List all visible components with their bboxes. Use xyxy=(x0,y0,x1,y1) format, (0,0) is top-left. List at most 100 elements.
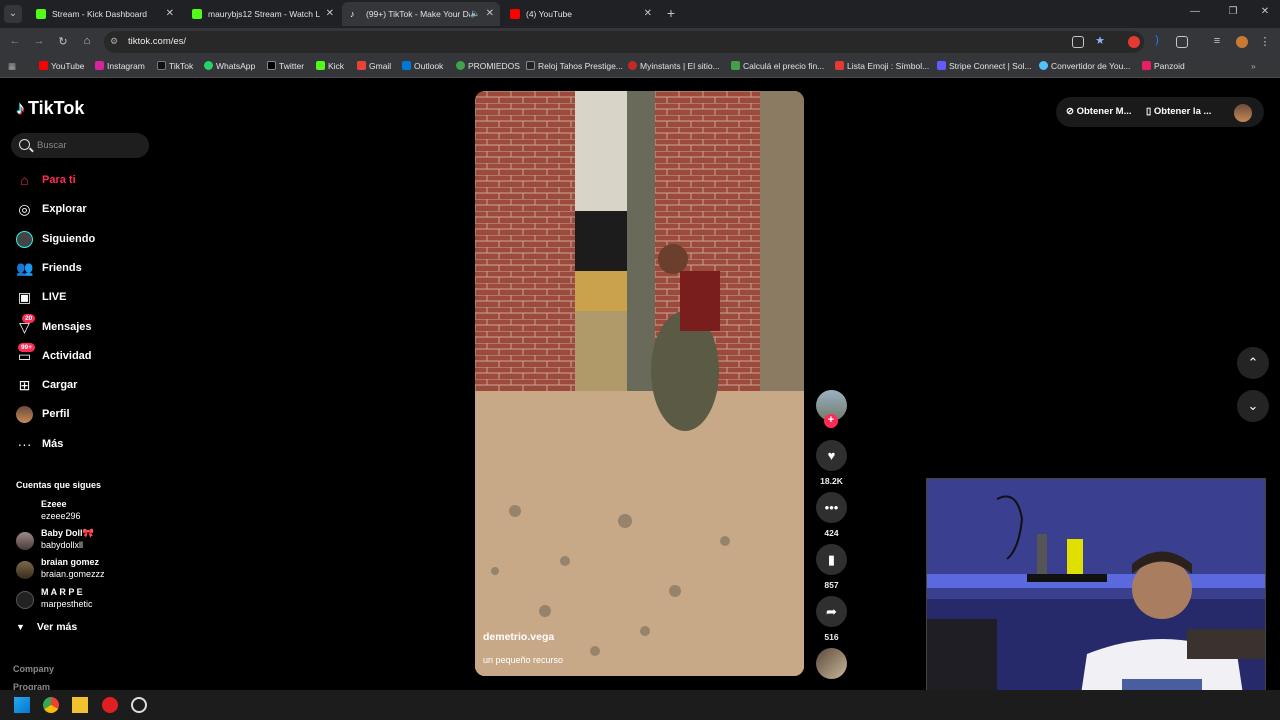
next-video-button[interactable]: ⌄ xyxy=(1237,390,1269,422)
following-account-braian[interactable]: braian gomez braian.gomezzz xyxy=(16,557,156,583)
url-text[interactable]: tiktok.com/es/ xyxy=(128,36,186,47)
nav-mas[interactable]: ··· Más xyxy=(16,435,156,457)
tab-kick-dashboard[interactable]: Stream - Kick Dashboard ✕ xyxy=(28,2,180,26)
reading-list-icon[interactable]: ≡ xyxy=(1210,35,1224,47)
chrome-menu-icon[interactable]: ⋮ xyxy=(1258,35,1272,48)
see-more-button[interactable]: ▼ Ver más xyxy=(16,621,77,633)
close-tab-icon[interactable]: ✕ xyxy=(326,2,334,26)
nav-label: Más xyxy=(42,438,64,450)
bookmark-promiedos[interactable]: PROMIEDOS xyxy=(456,61,520,71)
back-icon[interactable]: ← xyxy=(8,35,22,47)
nav-label: Para ti xyxy=(42,174,76,186)
speaker-icon[interactable]: 🔈 xyxy=(470,2,480,26)
close-tab-icon[interactable]: ✕ xyxy=(486,2,494,26)
following-account-marpe[interactable]: M A R P E marpesthetic xyxy=(16,587,156,613)
tab-kick-stream[interactable]: maurybjs12 Stream - Watch Live ✕ xyxy=(184,2,340,26)
video-player[interactable] xyxy=(475,91,804,676)
video-author[interactable]: demetrio.vega xyxy=(483,631,554,643)
extensions-puzzle-icon[interactable] xyxy=(1176,36,1188,48)
search-placeholder: Buscar xyxy=(37,140,67,151)
profile-avatar-icon[interactable] xyxy=(1236,36,1248,48)
address-bar[interactable]: ⚙ tiktok.com/es/ xyxy=(104,31,1144,53)
file-explorer-icon[interactable] xyxy=(72,697,88,713)
bookmark-panzoid[interactable]: Panzoid xyxy=(1142,61,1185,71)
new-tab-icon[interactable]: + xyxy=(664,6,678,20)
myinstants-icon xyxy=(628,61,637,70)
windows-start-icon[interactable] xyxy=(14,697,30,713)
following-account-ezeee[interactable]: Ezeee ezeee296 xyxy=(16,499,156,525)
user-avatar[interactable] xyxy=(1234,104,1252,122)
get-coins-button[interactable]: ⊘ Obtener M... xyxy=(1066,106,1132,117)
install-app-icon[interactable] xyxy=(1072,36,1084,48)
comment-button[interactable]: ••• xyxy=(816,492,847,523)
nav-actividad[interactable]: ▭ 99+ Actividad xyxy=(16,343,156,369)
music-disc-avatar[interactable] xyxy=(816,648,847,679)
extension-wave-icon[interactable]: ) xyxy=(1150,34,1164,46)
bookmark-label: Reloj Tahos Prestige... xyxy=(538,61,623,71)
extension-record-icon[interactable] xyxy=(1128,36,1140,48)
search-icon xyxy=(19,139,30,150)
tab-title: (4) YouTube xyxy=(526,9,572,19)
minimize-icon[interactable]: — xyxy=(1188,6,1202,17)
nav-explorar[interactable]: ◎ Explorar xyxy=(16,200,156,222)
account-handle: braian.gomezzz xyxy=(41,569,105,579)
nav-perfil[interactable]: Perfil xyxy=(16,405,156,427)
account-name: Ezeee xyxy=(41,499,67,509)
close-tab-icon[interactable]: ✕ xyxy=(644,2,652,26)
previous-video-button[interactable]: ⌃ xyxy=(1237,347,1269,379)
nav-live[interactable]: ▣ LIVE xyxy=(16,288,156,310)
bookmark-myinstants[interactable]: Myinstants | El sitio... xyxy=(628,61,720,71)
chevron-down-icon: ▼ xyxy=(16,622,25,632)
bookmark-tiktok[interactable]: TikTok xyxy=(157,61,193,71)
instagram-icon xyxy=(95,61,104,70)
tab-title: (99+) TikTok - Make Your Day xyxy=(366,9,470,19)
bookmark-outlook[interactable]: Outlook xyxy=(402,61,443,71)
nav-siguiendo[interactable]: Siguiendo xyxy=(16,230,156,252)
share-button[interactable]: ➦ xyxy=(816,596,847,627)
bookmark-gmail[interactable]: Gmail xyxy=(357,61,391,71)
bookmark-kick[interactable]: Kick xyxy=(316,61,344,71)
search-input[interactable]: Buscar xyxy=(11,133,149,158)
tab-youtube[interactable]: (4) YouTube ✕ xyxy=(502,2,658,26)
home-icon[interactable]: ⌂ xyxy=(80,35,94,47)
close-window-icon[interactable]: ✕ xyxy=(1258,6,1272,17)
following-account-babydoll[interactable]: Baby Doll🎀 babydollxll xyxy=(16,528,156,554)
chrome-icon[interactable] xyxy=(43,697,59,713)
bookmark-stripe[interactable]: Stripe Connect | Sol... xyxy=(937,61,1032,71)
bookmark-reloj[interactable]: Reloj Tahos Prestige... xyxy=(526,61,623,71)
like-button[interactable]: ♥ xyxy=(816,440,847,471)
nav-mensajes[interactable]: ▽ 20 Mensajes xyxy=(16,314,156,340)
logo-text: TikTok xyxy=(28,98,85,118)
apps-grid-icon[interactable]: ▦ xyxy=(8,61,16,72)
follow-plus-icon[interactable]: + xyxy=(824,414,838,428)
bookmark-whatsapp[interactable]: WhatsApp xyxy=(204,61,255,71)
tab-tiktok[interactable]: ♪ (99+) TikTok - Make Your Day 🔈 ✕ xyxy=(342,2,500,26)
nav-label: Mensajes xyxy=(42,321,92,333)
more-bookmarks-icon[interactable]: » xyxy=(1251,61,1256,71)
forward-icon[interactable]: → xyxy=(32,35,46,47)
bookmark-convertidor[interactable]: Convertidor de You... xyxy=(1039,61,1130,71)
close-tab-icon[interactable]: ✕ xyxy=(166,2,174,26)
bookmark-emoji[interactable]: Lista Emoji : Símbol... xyxy=(835,61,929,71)
get-app-button[interactable]: ▯ Obtener la ... xyxy=(1146,106,1211,117)
tab-title: Stream - Kick Dashboard xyxy=(52,9,147,19)
site-info-icon[interactable]: ⚙ xyxy=(110,36,118,47)
tab-search-icon[interactable]: ⌄ xyxy=(4,5,22,23)
tiktok-logo[interactable]: ♪ TikTok xyxy=(16,98,84,119)
app-icon[interactable] xyxy=(131,697,147,713)
nav-friends[interactable]: 👥 Friends xyxy=(16,259,156,281)
bookmark-instagram[interactable]: Instagram xyxy=(95,61,145,71)
bookmark-star-icon[interactable]: ★ xyxy=(1093,34,1107,47)
see-more-label: Ver más xyxy=(36,621,78,633)
reload-icon[interactable]: ↻ xyxy=(56,35,70,48)
youtube-app-icon[interactable] xyxy=(102,697,118,713)
bookmark-twitter[interactable]: Twitter xyxy=(267,61,304,71)
save-button[interactable]: ▮ xyxy=(816,544,847,575)
bookmark-calcula[interactable]: Calculá el precio fin... xyxy=(731,61,824,71)
avatar xyxy=(16,532,34,550)
bookmark-youtube[interactable]: YouTube xyxy=(39,61,84,71)
maximize-icon[interactable]: ❐ xyxy=(1226,6,1240,17)
footer-link-company[interactable]: Company xyxy=(13,664,54,674)
nav-para-ti[interactable]: ⌂ Para ti xyxy=(16,171,156,193)
nav-cargar[interactable]: ⊞ Cargar xyxy=(16,376,156,398)
